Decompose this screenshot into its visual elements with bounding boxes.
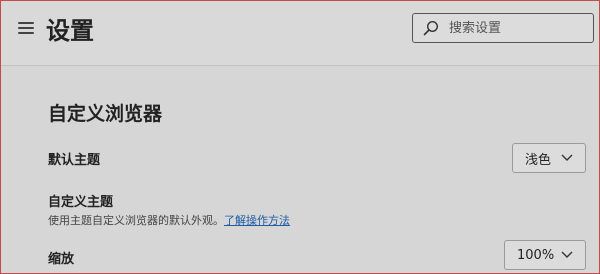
page-title: 设置 <box>46 17 94 45</box>
hamburger-menu-icon[interactable] <box>18 22 34 36</box>
theme-label: 默认主题 <box>48 153 101 168</box>
theme-dropdown[interactable]: 浅色 <box>512 143 586 173</box>
settings-header: 设置 <box>0 0 600 66</box>
zoom-dropdown-value: 100% <box>517 247 555 263</box>
search-icon <box>423 20 439 36</box>
custom-theme-description-text: 使用主题自定义浏览器的默认外观。 <box>48 214 224 227</box>
chevron-down-icon <box>561 154 573 161</box>
custom-theme-description: 使用主题自定义浏览器的默认外观。了解操作方法 <box>48 212 290 228</box>
learn-how-link[interactable]: 了解操作方法 <box>224 214 290 227</box>
custom-theme-label: 自定义主题 <box>48 195 114 210</box>
search-input[interactable] <box>447 19 581 37</box>
chevron-down-icon <box>561 251 573 258</box>
zoom-label: 缩放 <box>48 252 75 267</box>
search-box[interactable] <box>412 13 594 43</box>
theme-dropdown-value: 浅色 <box>525 152 552 168</box>
section-title: 自定义浏览器 <box>48 103 163 125</box>
zoom-dropdown[interactable]: 100% <box>504 240 586 270</box>
